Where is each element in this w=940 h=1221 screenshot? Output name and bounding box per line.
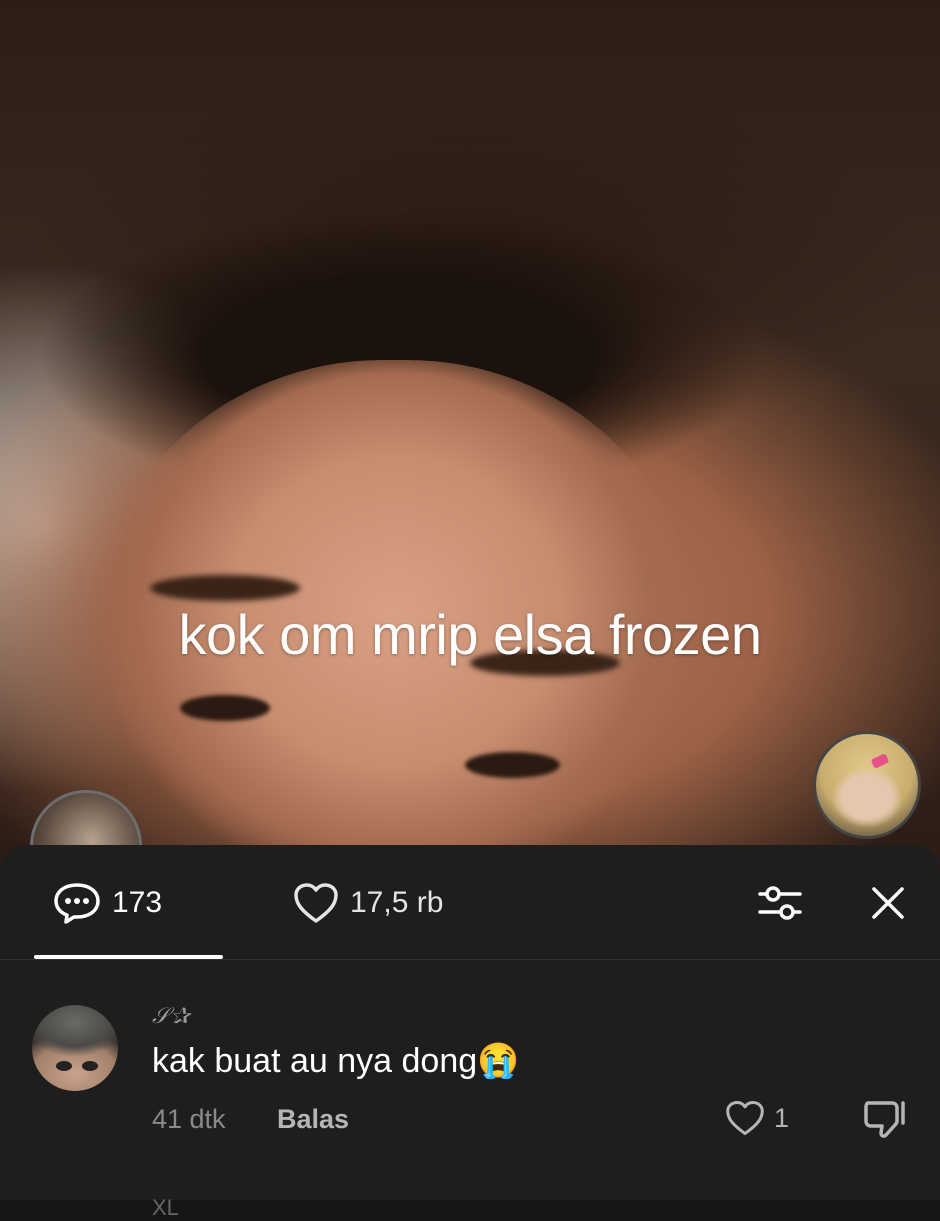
thumbs-down-icon [864,1101,905,1138]
sliders-icon [758,886,802,920]
avatar-eye-left [56,1061,72,1071]
hair-clip-decoration [870,753,890,769]
video-frame-brow-left [150,575,300,601]
comment-text: kak buat au nya dong😭 [152,1042,520,1080]
heart-icon [294,883,338,923]
video-caption: kok om mrip elsa frozen [178,603,762,666]
reply-button[interactable]: Balas [277,1104,349,1135]
comment-like-count: 1 [774,1102,790,1133]
close-icon [872,887,904,919]
video-frame-eye-left [180,695,270,721]
close-button[interactable] [860,875,916,931]
speech-bubble-icon [54,883,100,924]
comment-timestamp: 41 dtk [152,1104,226,1134]
commenter-avatar[interactable] [32,1005,118,1091]
tab-likes[interactable]: 17,5 rb [292,883,443,923]
comment-sheet: 173 17,5 rb 𝒮✰ kak buat au nya dong😭 41 … [0,845,940,1220]
video-player[interactable]: kok om mrip elsa frozen [0,0,940,880]
reply-avatar[interactable] [813,731,921,839]
commenter-username[interactable]: 𝒮✰ [152,1003,191,1029]
sheet-tabs: 173 17,5 rb [0,845,940,960]
likes-count: 17,5 rb [350,886,444,919]
active-tab-indicator [34,955,223,959]
avatar-eye-right [82,1061,98,1071]
comment-like-button[interactable]: 1 [724,1099,789,1137]
filter-button[interactable] [752,875,808,931]
heart-icon [726,1100,764,1136]
comments-count: 173 [112,886,163,919]
next-commenter-username[interactable]: XL [152,1195,179,1221]
tab-comments[interactable]: 173 [52,883,163,924]
comment-dislike-button[interactable] [862,1097,908,1146]
video-frame-eye-right [465,752,560,778]
